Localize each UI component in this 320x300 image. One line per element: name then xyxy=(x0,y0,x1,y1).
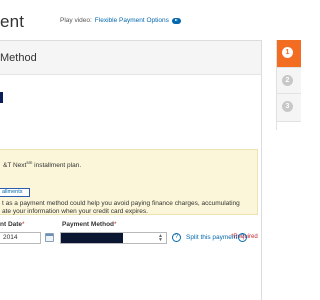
payment-method-select[interactable]: ▲ ▼ xyxy=(60,232,167,244)
step-1-number: 1 xyxy=(282,47,293,58)
notice-line-1: &T Nextsm installment plan. xyxy=(3,160,82,170)
step-3-number: 3 xyxy=(282,101,293,112)
calendar-icon[interactable] xyxy=(45,233,54,242)
redacted-method-value xyxy=(61,233,123,243)
panel-title: Method xyxy=(0,51,37,64)
notice-line-2: t as a payment method could help you avo… xyxy=(2,200,240,207)
panel-header: Method xyxy=(0,41,261,75)
blue-accent-mark xyxy=(0,92,3,103)
select-arrows-icon: ▲ ▼ xyxy=(158,233,163,243)
step-3[interactable]: 3 xyxy=(277,94,301,122)
page-title: ent xyxy=(0,12,25,31)
next-installment-notice: &T Nextsm installment plan. allments t a… xyxy=(0,149,258,215)
video-play-icon[interactable] xyxy=(171,17,181,24)
payment-date-label: nt Date* xyxy=(0,221,25,228)
progress-steps: 1 2 3 xyxy=(276,40,301,130)
installments-button[interactable]: allments xyxy=(0,188,30,197)
step-1[interactable]: 1 xyxy=(277,40,301,68)
help-icon[interactable]: ? xyxy=(172,233,181,242)
split-help-icon[interactable]: ? xyxy=(238,233,247,242)
payment-method-label: Payment Method* xyxy=(62,221,117,228)
play-video-prefix: Play video: xyxy=(60,17,92,24)
step-2-number: 2 xyxy=(282,75,293,86)
play-video-row: Play video: Flexible Payment Options xyxy=(60,17,181,24)
flexible-payment-options-link[interactable]: Flexible Payment Options xyxy=(95,17,169,24)
payment-date-input[interactable]: 2014 xyxy=(0,232,41,244)
split-payment-link[interactable]: Split this payment xyxy=(186,234,237,241)
step-2[interactable]: 2 xyxy=(277,68,301,94)
notice-line-3: ate your information when your credit ca… xyxy=(2,208,148,215)
